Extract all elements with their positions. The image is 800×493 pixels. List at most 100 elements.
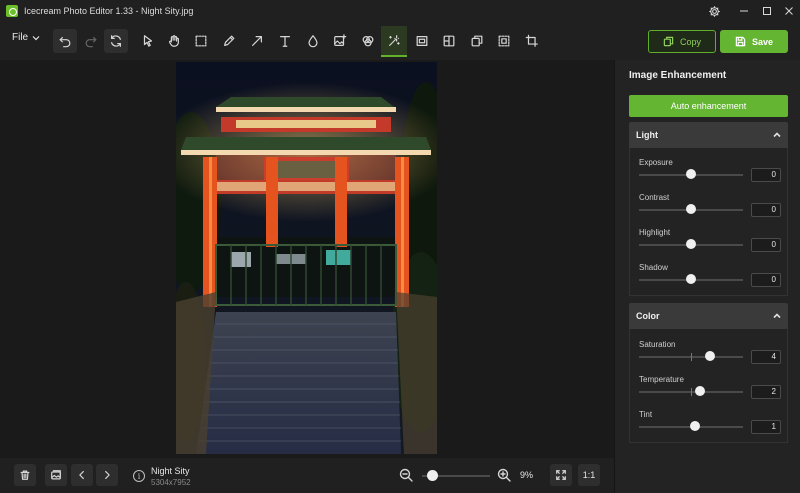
auto-enhancement-button[interactable]: Auto enhancement [629, 95, 788, 117]
slider-label: Shadow [639, 263, 668, 272]
copy-button[interactable]: Copy [648, 30, 716, 53]
zoom-value: 9% [520, 470, 534, 480]
copy-icon [663, 36, 674, 47]
resize-tool[interactable] [492, 29, 516, 53]
slider-saturation[interactable]: Saturation 4 [630, 340, 789, 375]
gear-icon[interactable] [701, 0, 727, 22]
slider-value[interactable]: 0 [751, 238, 781, 252]
section-header-color[interactable]: Color [629, 303, 788, 329]
delete-button[interactable] [14, 464, 36, 486]
save-icon [735, 36, 746, 47]
slider-label: Saturation [639, 340, 676, 349]
slider-handle[interactable] [704, 351, 715, 361]
gallery-icon [51, 470, 61, 480]
night-gate-photo [176, 62, 437, 454]
save-button[interactable]: Save [720, 30, 788, 53]
close-icon[interactable] [776, 0, 800, 22]
color-filter-tool[interactable] [356, 29, 380, 53]
chevron-down-icon [32, 35, 40, 40]
arrow-tool[interactable] [245, 29, 269, 53]
chevron-right-icon [105, 470, 110, 480]
previous-image-button[interactable] [71, 464, 93, 486]
marquee-tool[interactable] [189, 29, 213, 53]
frame-tool[interactable] [410, 29, 434, 53]
water-drop-icon [308, 35, 318, 48]
image-add-icon [334, 34, 347, 46]
section-header-light[interactable]: Light [629, 122, 788, 148]
zoom-out-icon[interactable] [399, 468, 413, 482]
slider-value[interactable]: 4 [751, 350, 781, 364]
status-bar: i Night Sity 5304x7952 9% 1:1 [0, 458, 614, 493]
enhancement-panel: Image Enhancement Auto enhancement Light… [614, 60, 800, 493]
slider-label: Highlight [639, 228, 671, 237]
next-image-button[interactable] [96, 464, 118, 486]
slider-temperature[interactable]: Temperature 2 [630, 375, 789, 410]
auto-enhance-tool[interactable] [381, 26, 407, 57]
slider-handle[interactable] [686, 204, 696, 214]
slider-value[interactable]: 0 [751, 273, 781, 287]
undo-button[interactable] [53, 29, 77, 53]
slider-handle[interactable] [690, 421, 701, 431]
slider-label: Exposure [639, 158, 673, 167]
hand-tool[interactable] [162, 29, 186, 53]
color-filter-icon [362, 36, 374, 47]
section-body-color: Saturation 4 Temperature 2 Tint 1 [629, 329, 788, 443]
slider-handle[interactable] [686, 239, 696, 249]
crop-icon [525, 34, 538, 47]
title-bar: Icecream Photo Editor 1.33 - Night Sity.… [0, 0, 800, 22]
file-dimensions: 5304x7952 [151, 478, 191, 487]
slider-contrast[interactable]: Contrast 0 [630, 193, 789, 228]
slider-handle[interactable] [686, 169, 696, 179]
slider-tint[interactable]: Tint 1 [630, 410, 789, 445]
pencil-icon [224, 35, 235, 46]
insert-image-tool[interactable] [328, 29, 352, 53]
slider-value[interactable]: 0 [751, 168, 781, 182]
actual-size-button[interactable]: 1:1 [578, 464, 600, 486]
arrow-icon [252, 36, 262, 46]
drop-tool[interactable] [301, 29, 325, 53]
text-tool[interactable] [273, 29, 297, 53]
slider-label: Contrast [639, 193, 670, 202]
info-icon[interactable]: i [133, 470, 145, 482]
split-tool[interactable] [437, 29, 461, 53]
slider-shadow[interactable]: Shadow 0 [630, 263, 789, 298]
magic-wand-icon [389, 34, 400, 46]
layers-icon [471, 35, 483, 47]
split-view-icon [443, 35, 455, 47]
slider-highlight[interactable]: Highlight 0 [630, 228, 789, 263]
slider-value[interactable]: 0 [751, 203, 781, 217]
pointer-tool[interactable] [136, 29, 160, 53]
slider-value[interactable]: 2 [751, 385, 781, 399]
toolbar: File Copy Save [0, 22, 800, 60]
resize-icon [498, 35, 510, 47]
text-icon [280, 36, 290, 47]
layers-tool[interactable] [465, 29, 489, 53]
zoom-in-icon[interactable] [497, 468, 511, 482]
app-logo-icon [6, 5, 18, 17]
crop-tool[interactable] [520, 29, 544, 53]
section-title-color: Color [636, 311, 660, 321]
copy-button-label: Copy [679, 36, 701, 47]
redo-button[interactable] [79, 29, 103, 53]
slider-center-tick [691, 353, 692, 361]
slider-handle[interactable] [686, 274, 696, 284]
chevron-up-icon [772, 311, 782, 321]
window-title: Icecream Photo Editor 1.33 - Night Sity.… [24, 6, 194, 16]
image-canvas[interactable] [0, 60, 614, 458]
slider-label: Temperature [639, 375, 684, 384]
slider-handle[interactable] [695, 386, 706, 396]
file-menu-label: File [12, 32, 29, 43]
zoom-slider-handle[interactable] [427, 470, 439, 481]
reset-button[interactable] [104, 29, 128, 53]
fit-screen-button[interactable] [550, 464, 572, 486]
cursor-icon [143, 35, 153, 47]
redo-icon [85, 36, 97, 48]
section-title-light: Light [636, 130, 658, 140]
slider-exposure[interactable]: Exposure 0 [630, 158, 789, 193]
gallery-button[interactable] [45, 464, 67, 486]
file-menu[interactable]: File [12, 32, 40, 43]
hand-icon [169, 35, 179, 47]
chevron-left-icon [79, 470, 84, 480]
brush-tool[interactable] [217, 29, 241, 53]
slider-value[interactable]: 1 [751, 420, 781, 434]
